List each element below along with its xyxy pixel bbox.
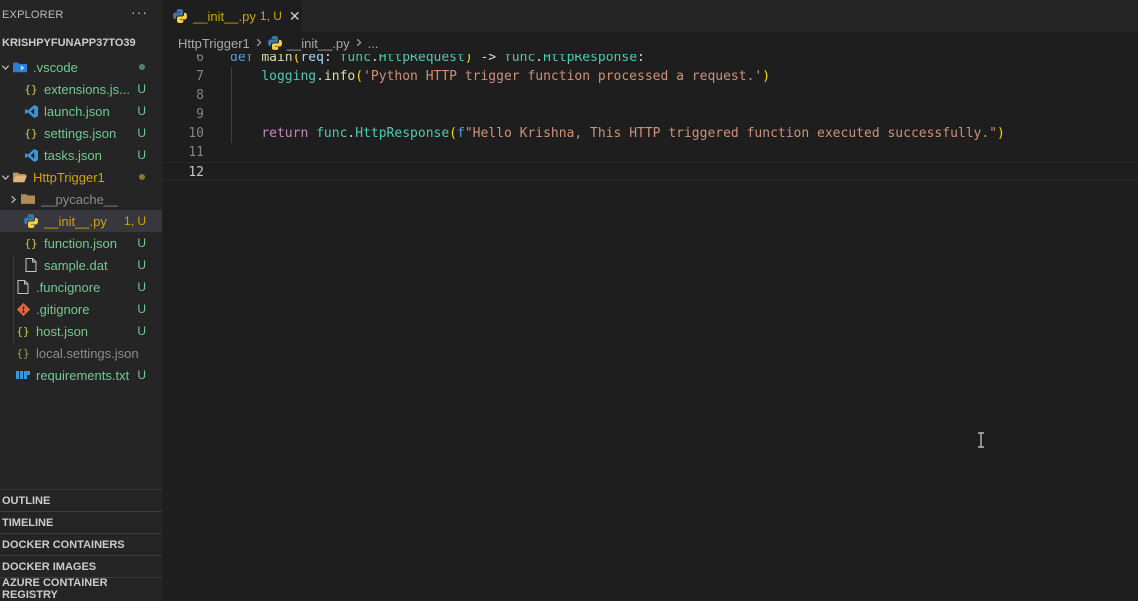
folder-icon	[21, 191, 35, 207]
git-status: U	[137, 82, 146, 96]
tree-item-selected[interactable]: __init__.py 1, U	[0, 210, 162, 232]
breadcrumb: HttpTrigger1 __init__.py ...	[162, 32, 1138, 54]
python-icon	[24, 213, 38, 229]
line-number: 7	[196, 69, 204, 84]
explorer-header: EXPLORER ···	[0, 0, 162, 30]
git-status: U	[137, 302, 146, 316]
project-folder-header[interactable]: KRISHPYFUNAPP37TO39	[0, 30, 162, 56]
chevron-down-icon	[0, 56, 10, 78]
panel-docker-images[interactable]: DOCKER IMAGES	[0, 555, 162, 577]
tab-status: 1, U	[259, 9, 282, 23]
line-number: 6	[196, 54, 204, 65]
tree-item[interactable]: {} extensions.js... U	[0, 78, 162, 100]
code-line: 7 logging.info('Python HTTP trigger func…	[162, 67, 1138, 86]
tab-label: __init__.py	[193, 8, 256, 24]
code-text: def main(req: func.HttpRequest) -> func.…	[230, 54, 645, 65]
json-braces-icon: {}	[24, 236, 38, 250]
file-icon	[24, 257, 38, 273]
code-text: return func.HttpResponse(f"Hello Krishna…	[261, 126, 1005, 141]
chevron-down-icon	[0, 166, 10, 188]
line-number: 12	[188, 165, 204, 180]
git-status: U	[137, 258, 146, 272]
folder-open-icon	[13, 169, 27, 185]
chevron-right-icon	[355, 36, 363, 50]
more-actions-icon[interactable]: ···	[131, 4, 148, 20]
tree-item[interactable]: {} function.json U	[0, 232, 162, 254]
git-status: U	[137, 104, 146, 118]
chevron-right-icon	[255, 36, 263, 50]
tree-item[interactable]: __pycache__	[0, 188, 162, 210]
json-braces-icon: {}	[16, 324, 30, 338]
panel-timeline[interactable]: TIMELINE	[0, 511, 162, 533]
git-icon	[16, 301, 30, 317]
json-braces-icon: {}	[24, 126, 38, 140]
git-status: U	[137, 280, 146, 294]
tree-item[interactable]: tasks.json U	[0, 144, 162, 166]
tree-item[interactable]: .funcignore U	[0, 276, 162, 298]
python-icon	[267, 36, 282, 50]
breadcrumb-file[interactable]: __init__.py	[287, 36, 350, 51]
explorer-sidebar: EXPLORER ··· KRISHPYFUNAPP37TO39 .vscode…	[0, 0, 162, 601]
folder-label: HttpTrigger1	[33, 169, 105, 185]
code-line: 10 return func.HttpResponse(f"Hello Kris…	[162, 124, 1138, 143]
tree-item[interactable]: sample.dat U	[0, 254, 162, 276]
collapsed-panels: OUTLINE TIMELINE DOCKER CONTAINERS DOCKE…	[0, 489, 162, 601]
git-status: U	[137, 148, 146, 162]
breadcrumb-folder[interactable]: HttpTrigger1	[178, 36, 250, 51]
tree-item[interactable]: .gitignore U	[0, 298, 162, 320]
panel-docker-containers[interactable]: DOCKER CONTAINERS	[0, 533, 162, 555]
panel-azure-container-registry[interactable]: AZURE CONTAINER REGISTRY	[0, 577, 162, 601]
breadcrumb-more[interactable]: ...	[368, 36, 379, 51]
requirements-icon	[16, 367, 30, 383]
code-text: logging.info('Python HTTP trigger functi…	[261, 69, 771, 84]
file-icon	[16, 279, 30, 295]
folder-httptrigger1[interactable]: HttpTrigger1	[0, 166, 162, 188]
git-status: U	[137, 236, 146, 250]
text-cursor-icon	[978, 432, 984, 448]
chevron-right-icon	[8, 188, 18, 210]
folder-label: .vscode	[33, 59, 78, 75]
file-tree: .vscode {} extensions.js... U launch.jso…	[0, 56, 162, 386]
git-status: U	[137, 126, 146, 140]
panel-outline[interactable]: OUTLINE	[0, 489, 162, 511]
code-line: 6 def main(req: func.HttpRequest) -> fun…	[162, 54, 1138, 67]
line-number: 9	[196, 107, 204, 122]
python-icon	[173, 9, 187, 23]
git-status: 1, U	[123, 214, 146, 228]
git-status: U	[137, 368, 146, 382]
tree-item[interactable]: requirements.txt U	[0, 364, 162, 386]
folder-vscode[interactable]: .vscode	[0, 56, 162, 78]
vscode-icon	[24, 147, 38, 163]
tree-item[interactable]: {} host.json U	[0, 320, 162, 342]
code-line: 11	[162, 143, 1138, 162]
line-number: 10	[188, 126, 204, 141]
code-line-current: 12	[162, 162, 1138, 181]
modified-dot	[139, 64, 145, 70]
tree-item[interactable]: {} local.settings.json	[0, 342, 162, 364]
tab-init-py[interactable]: __init__.py 1, U ✕	[162, 0, 302, 32]
line-number: 11	[188, 145, 204, 160]
explorer-title: EXPLORER	[2, 9, 64, 21]
editor-tab-bar: __init__.py 1, U ✕	[162, 0, 1138, 32]
indent-guide	[231, 67, 232, 143]
close-icon[interactable]: ✕	[289, 8, 301, 25]
tree-item[interactable]: {} settings.json U	[0, 122, 162, 144]
code-editor[interactable]: 6 def main(req: func.HttpRequest) -> fun…	[162, 54, 1138, 601]
line-number: 8	[196, 88, 204, 103]
vscode-folder-icon	[13, 59, 27, 75]
vscode-icon	[24, 103, 38, 119]
json-braces-icon: {}	[16, 346, 30, 360]
code-line: 8	[162, 86, 1138, 105]
code-line: 9	[162, 105, 1138, 124]
git-status: U	[137, 324, 146, 338]
modified-dot	[139, 174, 145, 180]
json-braces-icon: {}	[24, 82, 38, 96]
tree-item[interactable]: launch.json U	[0, 100, 162, 122]
